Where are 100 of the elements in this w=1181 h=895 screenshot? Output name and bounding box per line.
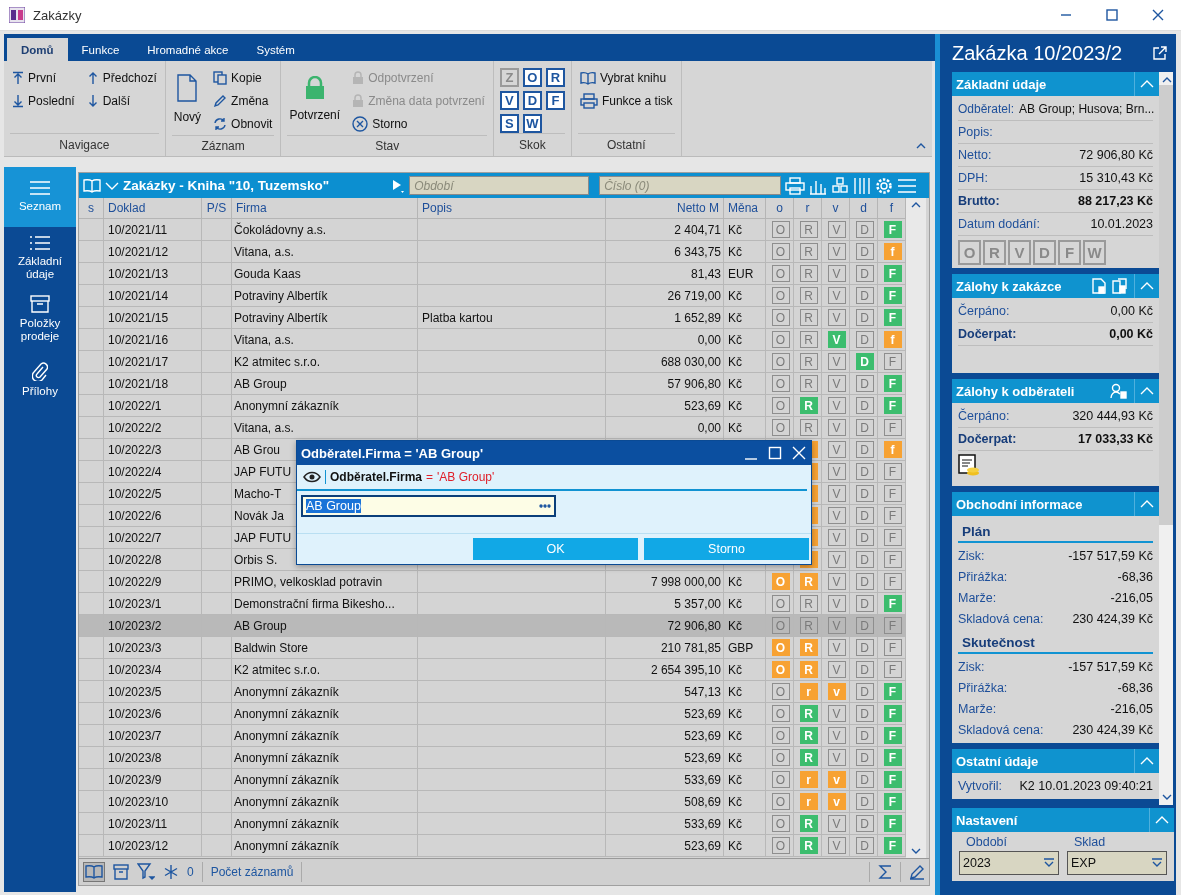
table-cell: 10/2021/16 — [104, 329, 202, 351]
status-flag: O — [771, 793, 790, 810]
status-flag: O — [771, 397, 790, 414]
jump-button[interactable]: D — [522, 91, 542, 110]
jump-button[interactable]: F — [545, 91, 565, 110]
ribbon-button[interactable]: Funkce a tisk — [577, 89, 675, 112]
column-header[interactable]: v — [822, 198, 850, 219]
column-header[interactable]: Popis — [418, 198, 606, 219]
table-cell — [79, 549, 104, 571]
status-flag: O — [958, 240, 981, 265]
table-cell: AB Group — [232, 615, 418, 637]
table-cell: 508,69 — [606, 791, 724, 813]
select-field[interactable]: EXP — [1067, 851, 1167, 875]
record-count-button[interactable]: Počet záznamů — [210, 865, 294, 879]
ribbon-button[interactable]: Storno — [350, 112, 487, 135]
table-cell: 10/2021/12 — [104, 241, 202, 263]
column-header[interactable]: r — [794, 198, 822, 219]
ribbon-button[interactable]: Změna — [211, 89, 275, 112]
book-icon — [579, 70, 596, 85]
ribbon-button[interactable]: Další — [84, 89, 159, 112]
select-field[interactable]: 2023 — [959, 851, 1059, 875]
jump-button[interactable]: O — [522, 68, 542, 87]
table-cell: 10/2022/3 — [104, 439, 202, 461]
close-icon — [792, 446, 806, 460]
column-header[interactable]: s — [79, 198, 104, 219]
jump-button[interactable]: R — [545, 68, 565, 87]
ribbon-button[interactable]: Nový — [171, 66, 204, 132]
status-flag: V — [827, 485, 846, 502]
table-cell: Platba kartou — [418, 307, 606, 329]
value-field[interactable]: AB Group — [301, 495, 556, 517]
ribbon-tab[interactable]: Domů — [7, 38, 68, 61]
status-flag: D — [855, 661, 874, 678]
table-cell: 2 654 395,10 — [606, 659, 724, 681]
number-field[interactable]: Číslo (0) — [599, 176, 782, 195]
column-header[interactable]: d — [850, 198, 878, 219]
table-cell — [79, 439, 104, 461]
ribbon-button[interactable]: První — [10, 66, 77, 89]
table-cell: GBP — [724, 637, 766, 659]
printer-icon — [579, 92, 598, 109]
status-flag: D — [855, 639, 874, 656]
table-cell — [79, 615, 104, 637]
status-flag: R — [799, 595, 818, 612]
table-cell: 688 030,00 — [606, 351, 724, 373]
table-cell: Kč — [724, 571, 766, 593]
column-header[interactable]: Netto M — [606, 198, 724, 219]
status-flag: f — [883, 441, 902, 458]
condition-operator: = — [426, 470, 434, 484]
period-field[interactable]: Období — [409, 176, 590, 195]
column-header[interactable]: Firma — [232, 198, 418, 219]
column-header[interactable]: Měna — [724, 198, 766, 219]
ribbon-button[interactable]: Předchozí — [84, 66, 159, 89]
jump-button[interactable]: S — [499, 114, 519, 133]
table-cell — [202, 483, 232, 505]
table-cell: 10/2023/7 — [104, 725, 202, 747]
ribbon-button[interactable]: Poslední — [10, 89, 77, 112]
ribbon-tab[interactable]: Hromadné akce — [133, 38, 243, 61]
status-flag: D — [855, 815, 874, 832]
status-flag: F — [883, 705, 902, 722]
ribbon-button[interactable]: Potvrzení — [287, 66, 343, 132]
ribbon-tab[interactable]: Funkce — [67, 38, 134, 61]
status-flag: F — [883, 617, 902, 634]
table-cell — [79, 637, 104, 659]
status-flag: F — [883, 507, 902, 524]
table-cell: Kč — [724, 329, 766, 351]
ribbon-button[interactable]: Obnovit — [211, 112, 275, 135]
column-header[interactable]: Doklad — [104, 198, 202, 219]
field-value: -68,36 — [1117, 569, 1153, 584]
scrollbar-thumb[interactable] — [1159, 85, 1173, 525]
table-cell: 72 906,80 — [606, 615, 724, 637]
section-title: Ostatní údaje — [956, 753, 1040, 769]
status-flag: R — [799, 353, 818, 370]
snowflake-icon — [163, 864, 179, 880]
status-flag: F — [883, 397, 902, 414]
status-flag: D — [855, 287, 874, 304]
table-cell — [79, 351, 104, 373]
column-header[interactable]: o — [766, 198, 794, 219]
field-label: Čerpáno: — [958, 304, 1010, 318]
status-flag: R — [799, 837, 818, 854]
person-icon — [1110, 383, 1128, 399]
table-cell: 10/2022/5 — [104, 483, 202, 505]
field-value: 230 424,39 Kč — [1072, 722, 1153, 737]
documents-icon — [1112, 278, 1128, 294]
status-flag: R — [799, 815, 818, 832]
status-flag: V — [827, 661, 846, 678]
field-value: 17 033,33 Kč — [1077, 432, 1153, 446]
jump-button[interactable]: V — [499, 91, 519, 110]
status-flag: O — [771, 727, 790, 744]
table-cell — [79, 747, 104, 769]
table-cell: Anonymní zákazník — [232, 703, 418, 725]
ribbon-tab[interactable]: Systém — [242, 38, 309, 61]
column-header[interactable]: P/S — [202, 198, 232, 219]
status-flag: D — [855, 793, 874, 810]
ribbon-button[interactable]: Vybrat knihu — [577, 66, 675, 89]
ribbon-button[interactable]: Kopie — [211, 66, 275, 89]
jump-button[interactable]: W — [522, 114, 542, 133]
columns-icon — [853, 176, 872, 195]
status-flag: O — [771, 309, 790, 326]
status-flag: V — [827, 573, 846, 590]
table-cell — [79, 813, 104, 835]
menu-icon — [29, 180, 51, 197]
